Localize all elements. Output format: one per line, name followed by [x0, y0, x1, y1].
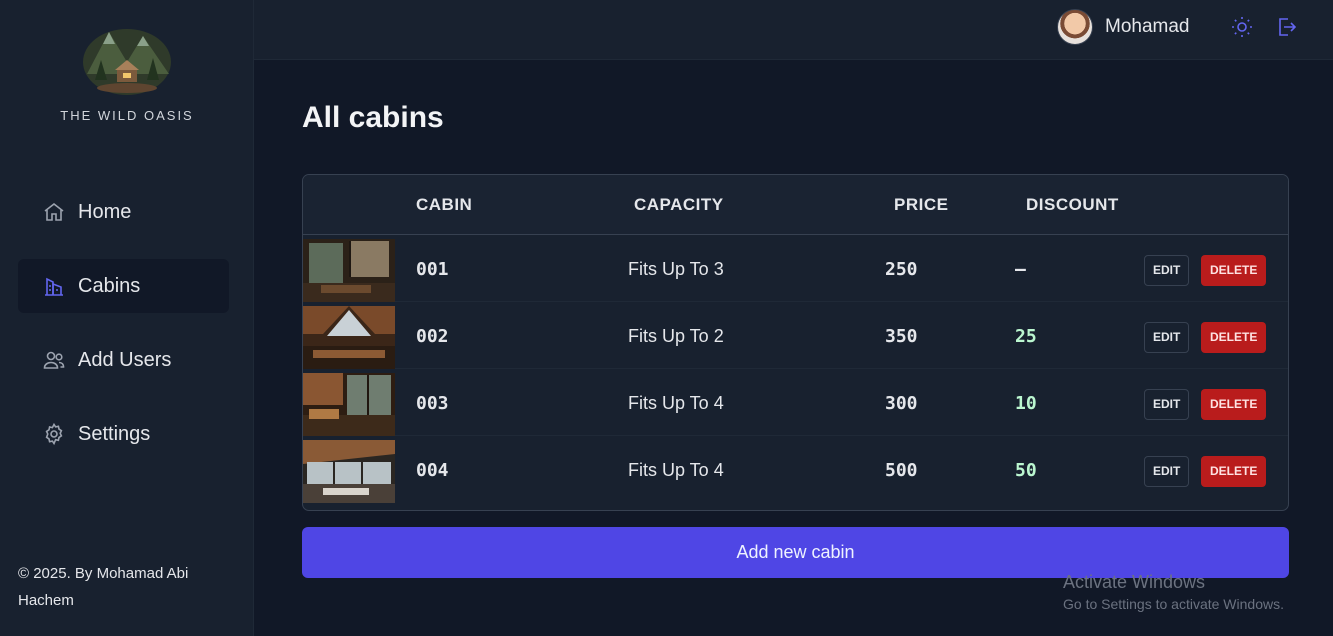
delete-button[interactable]: DELETE [1201, 255, 1267, 286]
logout-button[interactable] [1273, 14, 1299, 40]
settings-icon [42, 422, 66, 446]
cabin-name: 002 [416, 326, 449, 347]
delete-button[interactable]: DELETE [1201, 456, 1267, 487]
cabin-image[interactable] [303, 239, 395, 302]
sun-icon [1232, 17, 1252, 37]
cabin-image[interactable] [303, 440, 395, 503]
cabins-table: CABIN CAPACITY PRICE DISCOUNT 001 Fits U… [302, 174, 1289, 511]
cabin-capacity: Fits Up To 2 [628, 326, 724, 346]
cabin-discount: 25 [1015, 326, 1037, 347]
edit-button[interactable]: EDIT [1144, 389, 1190, 420]
cabin-name: 003 [416, 393, 449, 414]
nav-item-settings[interactable]: Settings [18, 407, 229, 461]
cabin-capacity: Fits Up To 4 [628, 393, 724, 413]
nav-item-label: Add Users [78, 348, 172, 371]
column-header: PRICE [894, 195, 949, 214]
brand-name: THE WILD OASIS [60, 108, 194, 123]
logout-icon [1279, 18, 1297, 36]
cabin-discount: — [1015, 259, 1026, 280]
cabin-discount: 50 [1015, 460, 1037, 481]
cabin-name: 001 [416, 259, 449, 280]
cabin-image[interactable] [303, 306, 395, 369]
add-cabin-button[interactable]: Add new cabin [302, 527, 1289, 578]
cabin-image[interactable] [303, 373, 395, 436]
top-header: Mohamad [254, 0, 1333, 60]
footer-credit: © 2025. By Mohamad Abi Hachem [18, 565, 189, 609]
theme-toggle-button[interactable] [1229, 14, 1255, 40]
cabin-discount: 10 [1015, 393, 1037, 414]
cabin-price: 350 [885, 326, 918, 347]
nav-item-label: Settings [78, 422, 151, 445]
edit-button[interactable]: EDIT [1144, 456, 1190, 487]
cabin-price: 500 [885, 460, 918, 481]
cabins-icon [42, 274, 66, 298]
home-icon [42, 200, 66, 224]
table-row: 003 Fits Up To 4 300 10 EDIT DELETE [303, 369, 1288, 436]
main-nav: Home Cabins Add Users Settings [18, 185, 229, 481]
cabin-price: 300 [885, 393, 918, 414]
users-icon [42, 348, 66, 372]
logo[interactable]: THE WILD OASIS [0, 22, 254, 123]
column-header: CABIN [416, 195, 473, 214]
cabin-capacity: Fits Up To 3 [628, 259, 724, 279]
page-title: All cabins [302, 101, 444, 134]
delete-button[interactable]: DELETE [1201, 322, 1267, 353]
column-header: CAPACITY [634, 195, 724, 214]
delete-button[interactable]: DELETE [1201, 389, 1267, 420]
watermark-subtitle: Go to Settings to activate Windows. [1063, 596, 1284, 612]
nav-item-add-users[interactable]: Add Users [18, 333, 229, 387]
cabin-price: 250 [885, 259, 918, 280]
cabin-capacity: Fits Up To 4 [628, 460, 724, 480]
table-row: 002 Fits Up To 2 350 25 EDIT DELETE [303, 302, 1288, 369]
nav-item-label: Home [78, 200, 132, 223]
watermark-title: Activate Windows [1063, 572, 1206, 592]
table-row: 004 Fits Up To 4 500 50 EDIT DELETE [303, 436, 1288, 503]
nav-item-home[interactable]: Home [18, 185, 229, 239]
table-row: 001 Fits Up To 3 250 — EDIT DELETE [303, 235, 1288, 302]
table-header: CABIN CAPACITY PRICE DISCOUNT [303, 175, 1288, 235]
nav-item-cabins[interactable]: Cabins [18, 259, 229, 313]
avatar[interactable] [1057, 9, 1093, 45]
username: Mohamad [1105, 16, 1190, 37]
edit-button[interactable]: EDIT [1144, 255, 1190, 286]
nav-item-label: Cabins [78, 274, 141, 297]
cabin-name: 004 [416, 460, 449, 481]
logo-image [83, 29, 171, 95]
column-header: DISCOUNT [1026, 195, 1119, 214]
sidebar: THE WILD OASIS Home Cabins Add Users Set… [0, 0, 254, 636]
windows-activation-watermark: Activate Windows Go to Settings to activ… [1063, 572, 1284, 612]
edit-button[interactable]: EDIT [1144, 322, 1190, 353]
